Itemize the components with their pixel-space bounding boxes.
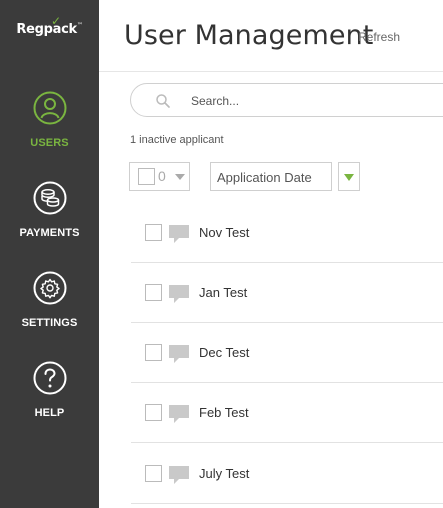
sort-down-icon — [344, 174, 354, 181]
coins-icon — [33, 181, 66, 215]
list-item[interactable]: Nov Test — [131, 203, 443, 263]
logo-check-icon: ✓ — [51, 14, 61, 28]
list-item[interactable]: Jan Test — [131, 263, 443, 323]
user-name[interactable]: Feb Test — [199, 405, 249, 420]
user-name[interactable]: Jan Test — [199, 285, 247, 300]
selected-count: 0 — [158, 168, 166, 184]
regpack-logo[interactable]: ✓ Regpack™ — [0, 14, 99, 37]
sidebar-item-help[interactable]: HELP — [0, 361, 99, 419]
comment-icon[interactable] — [168, 284, 190, 304]
row-checkbox[interactable] — [145, 404, 162, 421]
user-name[interactable]: Nov Test — [199, 225, 249, 240]
header-divider — [99, 71, 443, 72]
sort-order-button[interactable] — [338, 162, 360, 191]
logo-trademark: ™ — [76, 22, 83, 29]
list-item[interactable]: Feb Test — [131, 383, 443, 443]
user-name[interactable]: July Test — [199, 466, 249, 481]
row-checkbox[interactable] — [145, 344, 162, 361]
chevron-down-icon — [175, 174, 185, 180]
search-box — [130, 83, 443, 117]
sidebar-item-label: PAYMENTS — [19, 227, 80, 239]
search-input[interactable] — [191, 91, 441, 111]
row-checkbox[interactable] — [145, 284, 162, 301]
inactive-applicant-count: 1 inactive applicant — [130, 134, 224, 146]
sidebar-item-users[interactable]: USERS — [0, 91, 99, 149]
comment-icon[interactable] — [168, 465, 190, 485]
comment-icon[interactable] — [168, 404, 190, 424]
search-icon — [156, 94, 170, 108]
sidebar: ✓ Regpack™ USERS PAYMENTS SETTINGS HELP — [0, 0, 99, 508]
sort-by-select[interactable]: Application Date — [210, 162, 332, 191]
user-name[interactable]: Dec Test — [199, 345, 249, 360]
sidebar-item-label: USERS — [30, 137, 69, 149]
list-item[interactable]: July Test — [131, 444, 443, 504]
question-icon — [33, 361, 66, 395]
sidebar-item-payments[interactable]: PAYMENTS — [0, 181, 99, 239]
refresh-link[interactable]: Refresh — [358, 30, 400, 44]
sidebar-item-label: HELP — [34, 407, 65, 419]
page-title: User Management — [124, 20, 374, 51]
sidebar-item-label: SETTINGS — [21, 317, 78, 329]
logo-text: Regpack — [16, 22, 77, 37]
gear-icon — [33, 271, 66, 305]
list-item[interactable]: Dec Test — [131, 323, 443, 383]
comment-icon[interactable] — [168, 224, 190, 244]
sidebar-item-settings[interactable]: SETTINGS — [0, 271, 99, 329]
comment-icon[interactable] — [168, 344, 190, 364]
row-checkbox[interactable] — [145, 465, 162, 482]
user-icon — [33, 91, 66, 125]
sort-by-label: Application Date — [217, 170, 312, 185]
select-all-dropdown[interactable]: 0 — [129, 162, 190, 191]
row-checkbox[interactable] — [145, 224, 162, 241]
select-all-checkbox[interactable] — [138, 168, 155, 185]
